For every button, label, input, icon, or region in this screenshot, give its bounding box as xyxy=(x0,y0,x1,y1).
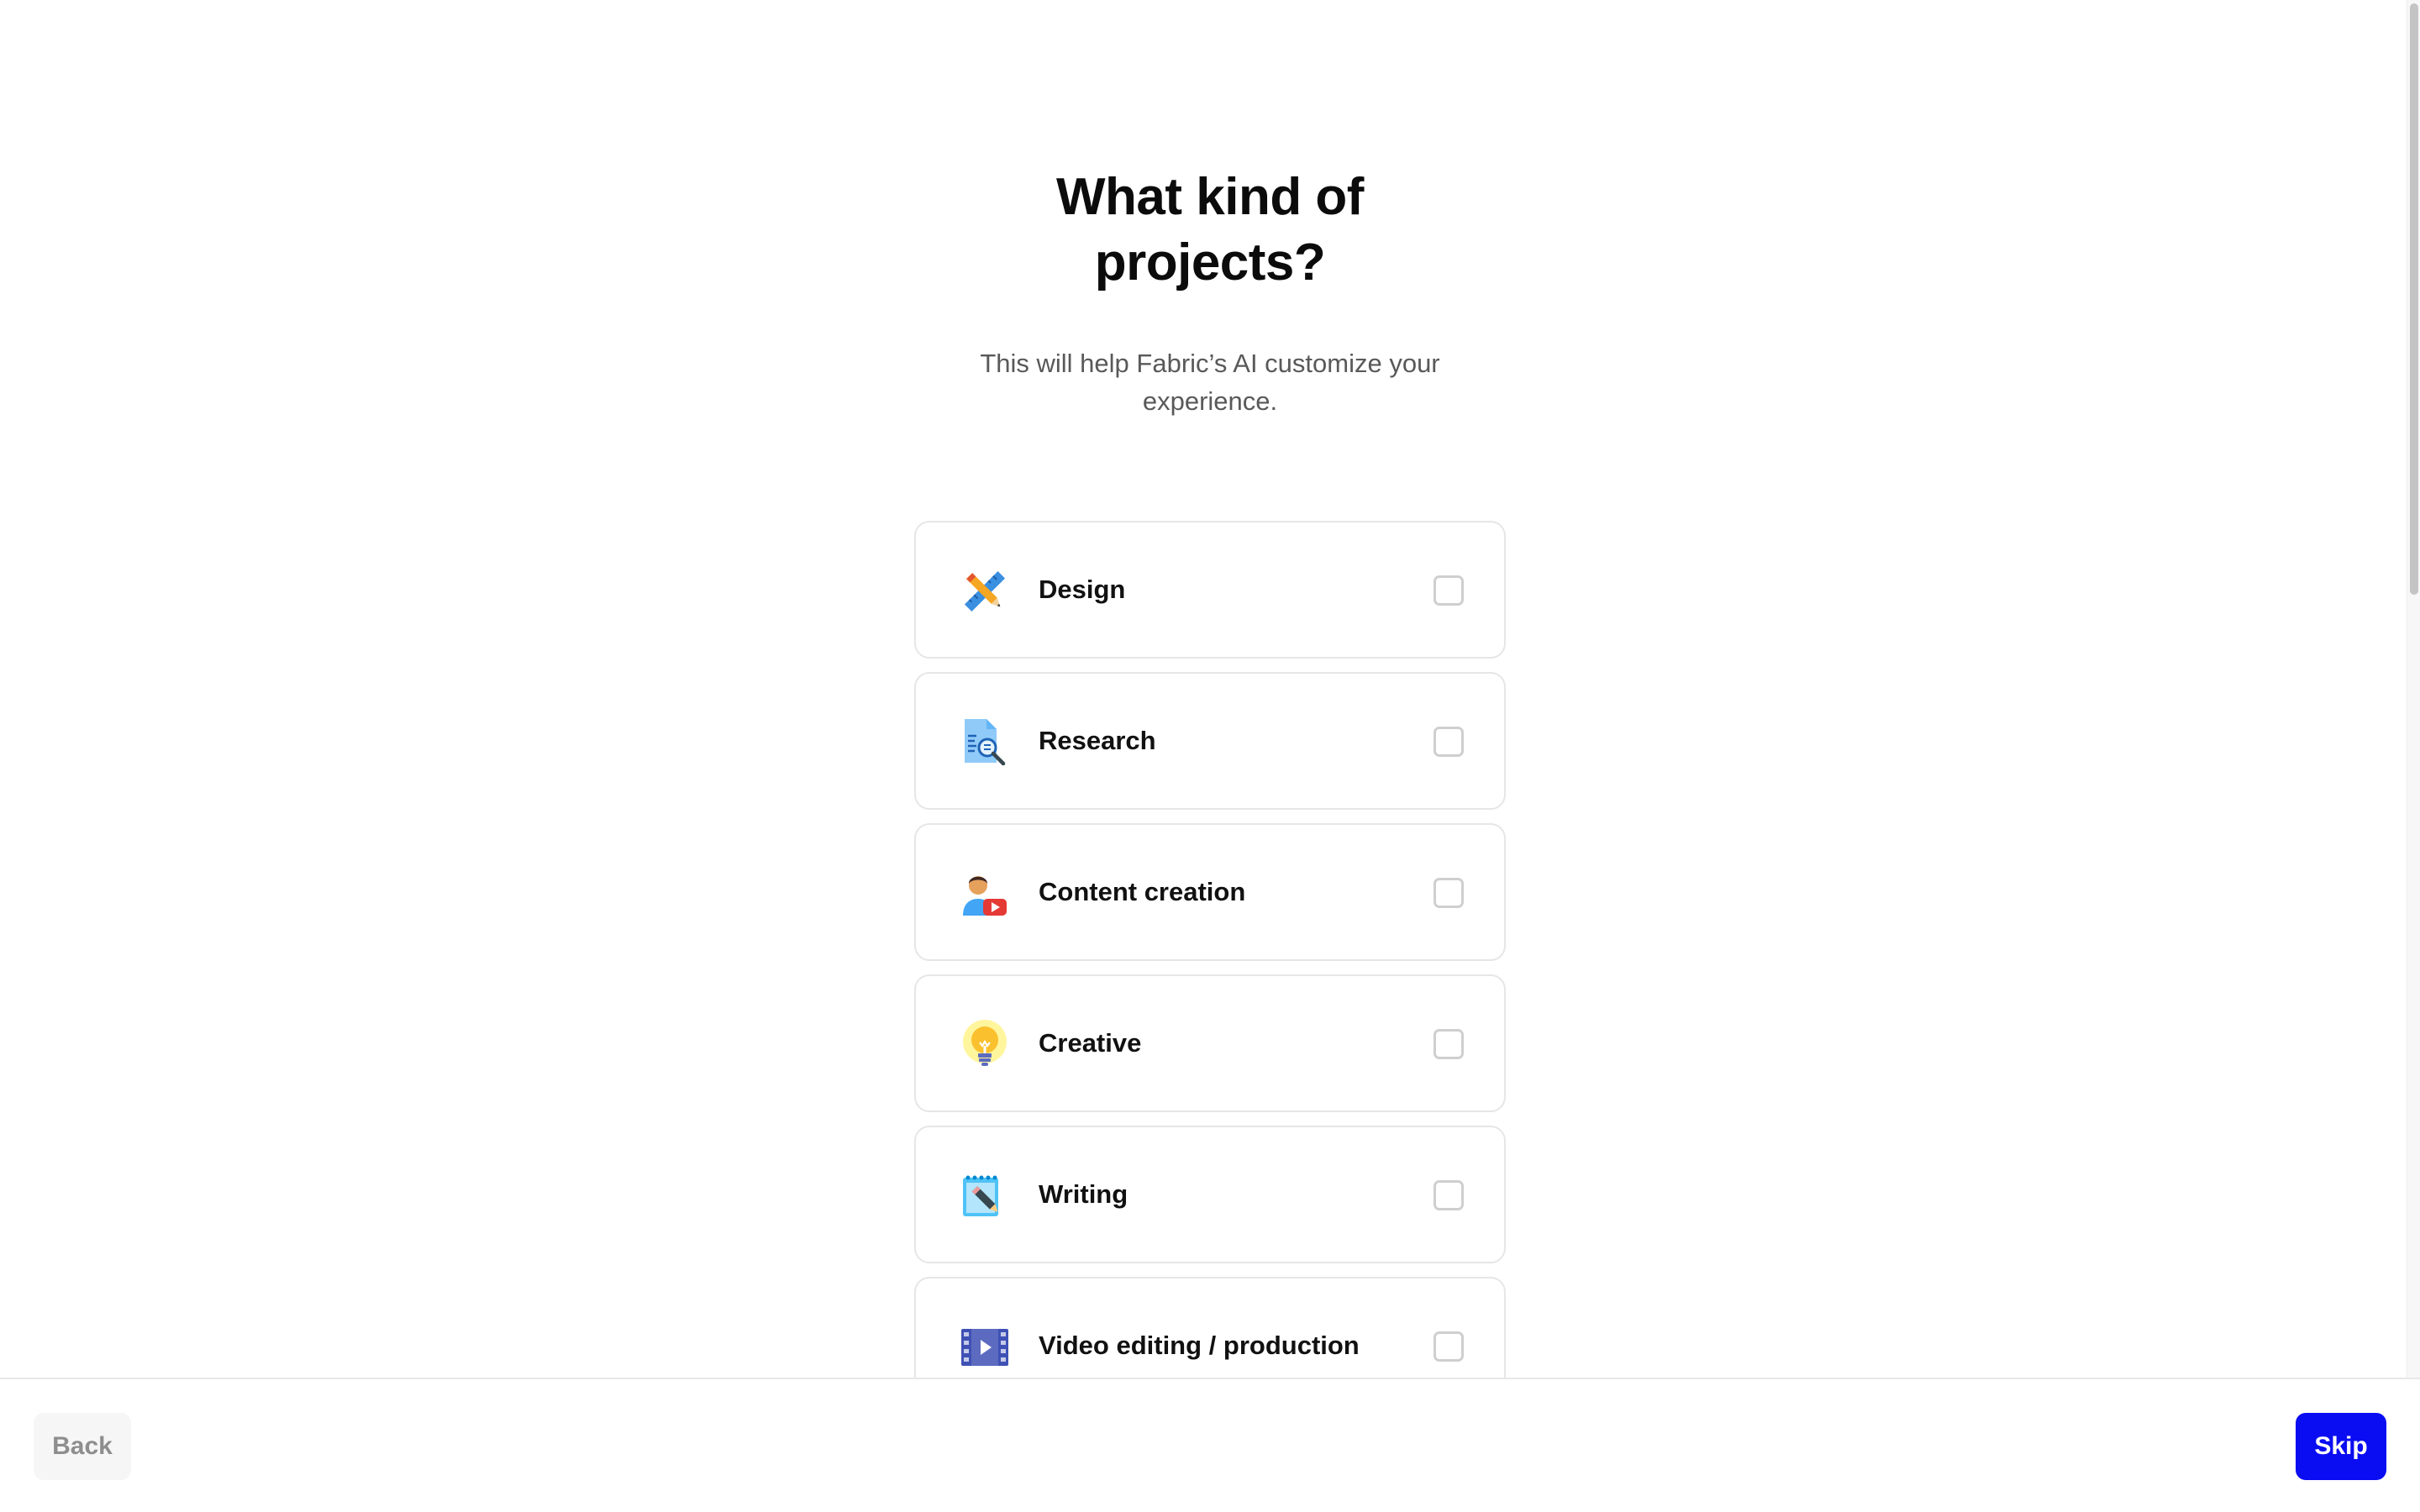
option-content-creation[interactable]: Content creation xyxy=(914,823,1506,961)
content-creation-checkbox[interactable] xyxy=(1434,878,1464,908)
skip-button[interactable]: Skip xyxy=(2296,1413,2386,1480)
lightbulb-icon xyxy=(960,1020,1010,1070)
option-creative[interactable]: Creative xyxy=(914,974,1506,1112)
option-research[interactable]: Research xyxy=(914,672,1506,810)
option-writing[interactable]: Writing xyxy=(914,1126,1506,1263)
design-checkbox[interactable] xyxy=(1434,575,1464,606)
back-button[interactable]: Back xyxy=(34,1413,131,1480)
option-label: Research xyxy=(1039,726,1156,755)
page-title: What kind of projects? xyxy=(0,165,2407,296)
option-label: Content creation xyxy=(1039,877,1246,906)
option-label: Design xyxy=(1039,575,1126,604)
research-checkbox[interactable] xyxy=(1434,727,1464,757)
notepad-pen-icon xyxy=(960,1171,1010,1221)
option-label: Writing xyxy=(1039,1179,1128,1209)
film-strip-icon xyxy=(960,1322,1010,1373)
option-video-editing[interactable]: Video editing / production xyxy=(914,1277,1506,1378)
page-title-line-2: projects? xyxy=(1094,234,1326,291)
pencil-ruler-icon xyxy=(960,566,1010,617)
option-label: Video editing / production xyxy=(1039,1331,1360,1360)
video-editing-checkbox[interactable] xyxy=(1434,1331,1464,1362)
footer-bar: Back Skip xyxy=(0,1378,2420,1512)
onboarding-page: What kind of projects? This will help Fa… xyxy=(0,0,2407,1378)
scrollbar-thumb[interactable] xyxy=(2410,3,2418,595)
scrollbar[interactable] xyxy=(2407,0,2420,1378)
page-subtitle: This will help Fabric’s AI customize you… xyxy=(980,349,1440,416)
creative-checkbox[interactable] xyxy=(1434,1029,1464,1059)
page-title-line-1: What kind of xyxy=(1056,168,1364,226)
project-type-options: Design Research Content creation Creativ… xyxy=(914,521,1506,1378)
option-label: Creative xyxy=(1039,1028,1142,1058)
option-design[interactable]: Design xyxy=(914,521,1506,659)
video-creator-icon xyxy=(960,869,1010,919)
writing-checkbox[interactable] xyxy=(1434,1180,1464,1210)
document-search-icon xyxy=(960,717,1010,768)
